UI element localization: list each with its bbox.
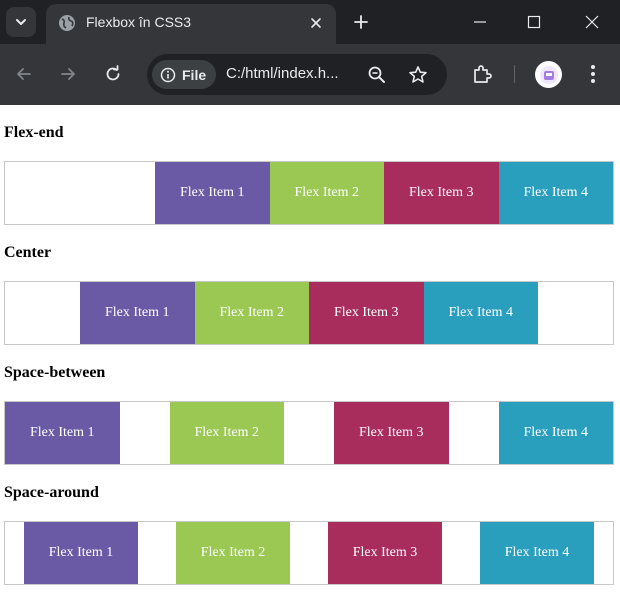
browser-toolbar: File C:/html/index.h... (0, 44, 620, 105)
page-content: Flex-end Flex Item 1 Flex Item 2 Flex It… (0, 105, 620, 599)
puzzle-icon (474, 65, 492, 83)
flex-item-2: Flex Item 2 (169, 402, 284, 464)
menu-button[interactable] (581, 62, 605, 86)
flex-container-space-around: Flex Item 1 Flex Item 2 Flex Item 3 Flex… (4, 521, 614, 585)
flex-item-4: Flex Item 4 (479, 522, 595, 584)
address-bar[interactable]: File C:/html/index.h... (147, 54, 447, 95)
star-icon (409, 66, 427, 83)
active-tab[interactable]: Flexbox în CSS3 (46, 4, 336, 44)
back-button[interactable] (11, 61, 37, 87)
section-title-flex-end: Flex-end (4, 124, 64, 141)
new-tab-button[interactable] (350, 11, 372, 33)
maximize-button[interactable] (514, 6, 554, 38)
minimize-icon (474, 21, 486, 23)
flex-item-4: Flex Item 4 (498, 162, 613, 224)
flex-item-1: Flex Item 1 (23, 522, 139, 584)
close-icon (311, 18, 321, 28)
section-title-space-around: Space-around (4, 484, 99, 501)
flex-container-space-between: Flex Item 1 Flex Item 2 Flex Item 3 Flex… (4, 401, 614, 465)
close-tab-button[interactable] (307, 14, 325, 32)
flex-item-2: Flex Item 2 (175, 522, 291, 584)
flex-container-center: Flex Item 1 Flex Item 2 Flex Item 3 Flex… (4, 281, 614, 345)
site-info-chip[interactable]: File (152, 60, 216, 89)
toolbar-divider (514, 65, 515, 83)
zoom-button[interactable] (366, 64, 388, 86)
flex-item-1: Flex Item 1 (5, 402, 120, 464)
extensions-button[interactable] (470, 62, 494, 86)
close-icon (585, 15, 599, 29)
forward-button[interactable] (55, 61, 81, 87)
flex-item-3: Flex Item 3 (327, 522, 443, 584)
tab-search-button[interactable] (6, 7, 36, 37)
flex-item-4: Flex Item 4 (423, 282, 538, 344)
bookmark-button[interactable] (407, 64, 429, 86)
flex-item-1: Flex Item 1 (80, 282, 195, 344)
flex-item-2: Flex Item 2 (269, 162, 384, 224)
maximize-icon (527, 15, 541, 29)
flex-item-2: Flex Item 2 (194, 282, 309, 344)
reload-button[interactable] (100, 61, 126, 87)
avatar-icon (539, 65, 558, 84)
globe-icon (59, 15, 75, 31)
section-title-space-between: Space-between (4, 364, 106, 381)
more-vertical-icon (591, 65, 595, 83)
flex-item-3: Flex Item 3 (309, 282, 424, 344)
window-close-button[interactable] (572, 6, 612, 38)
section-title-center: Center (4, 244, 52, 261)
zoom-out-icon (368, 66, 385, 83)
arrow-left-icon (17, 68, 31, 80)
flex-item-1: Flex Item 1 (155, 162, 270, 224)
url-text[interactable]: C:/html/index.h... (226, 65, 339, 82)
site-chip-label: File (182, 66, 207, 83)
info-icon (160, 67, 176, 82)
minimize-button[interactable] (460, 6, 500, 38)
tab-title: Flexbox în CSS3 (86, 14, 192, 30)
plus-icon (354, 15, 368, 29)
flex-item-4: Flex Item 4 (498, 402, 613, 464)
flex-container-flex-end: Flex Item 1 Flex Item 2 Flex Item 3 Flex… (4, 161, 614, 225)
arrow-right-icon (61, 68, 75, 80)
reload-icon (106, 65, 120, 81)
flex-item-3: Flex Item 3 (334, 402, 449, 464)
chevron-down-icon (16, 19, 26, 25)
tab-strip: Flexbox în CSS3 (0, 0, 620, 44)
flex-item-3: Flex Item 3 (384, 162, 499, 224)
profile-avatar[interactable] (535, 61, 562, 88)
